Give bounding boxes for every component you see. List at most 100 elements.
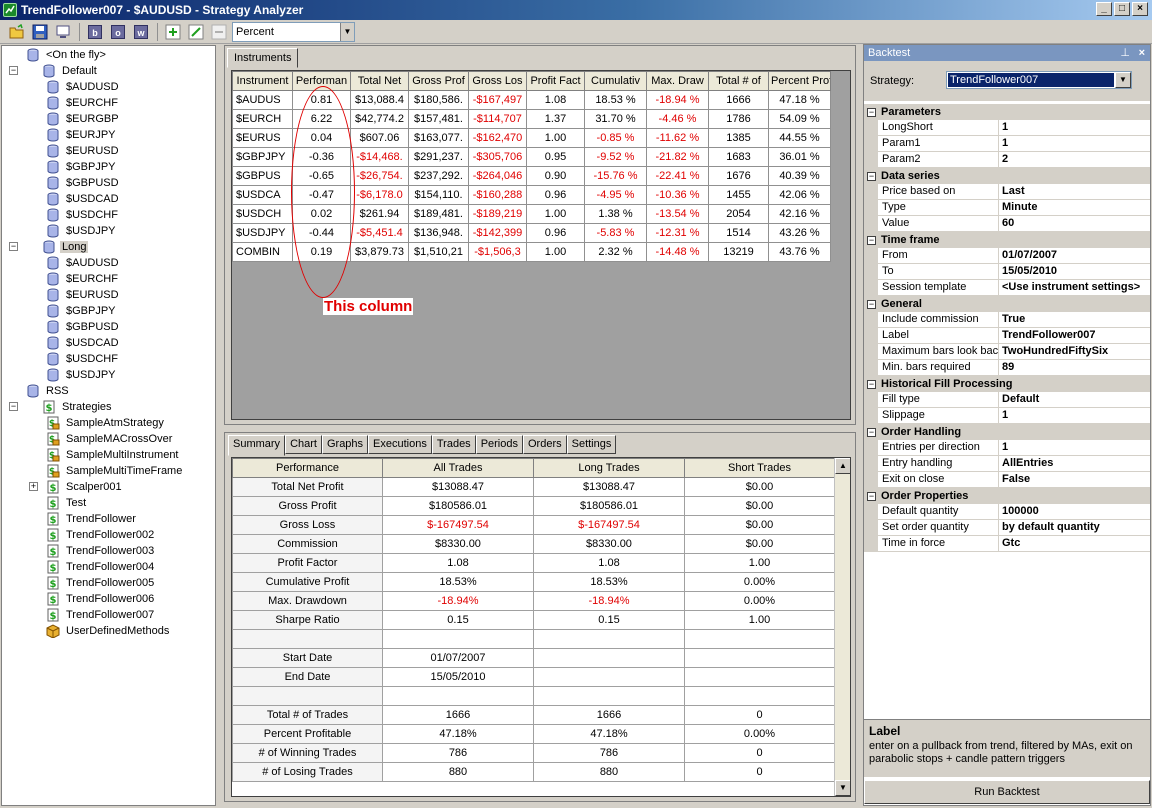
tree-item[interactable]: $ SampleMultiTimeFrame bbox=[46, 463, 184, 479]
scroll-up-icon[interactable]: ▲ bbox=[835, 458, 850, 474]
property-category[interactable]: − General bbox=[864, 296, 1150, 312]
tree-item[interactable]: $EURCHF bbox=[46, 95, 120, 111]
property-value[interactable]: Default bbox=[999, 392, 1150, 407]
tree-item[interactable]: $USDCHF bbox=[46, 351, 120, 367]
property-category[interactable]: − Parameters bbox=[864, 104, 1150, 120]
column-header[interactable]: Gross Prof bbox=[408, 71, 469, 91]
pin-icon[interactable]: ⊥ bbox=[1120, 45, 1130, 61]
collapse-icon[interactable]: − bbox=[867, 491, 876, 501]
tab-settings[interactable]: Settings bbox=[566, 435, 617, 454]
property-value[interactable]: by default quantity bbox=[999, 520, 1150, 535]
property-row[interactable]: Exit on close False bbox=[864, 472, 1150, 488]
collapse-icon[interactable]: − bbox=[867, 171, 876, 181]
property-value[interactable]: 89 bbox=[999, 360, 1150, 375]
collapse-icon[interactable]: − bbox=[9, 242, 18, 251]
edit-button[interactable] bbox=[187, 23, 205, 41]
column-header[interactable]: Cumulativ bbox=[584, 71, 647, 91]
property-row[interactable]: Time in force Gtc bbox=[864, 536, 1150, 552]
vertical-scrollbar[interactable]: ▲ ▼ bbox=[834, 458, 850, 796]
tree-item[interactable]: $ SampleMultiInstrument bbox=[46, 447, 181, 463]
tree-item[interactable]: $ Strategies bbox=[42, 399, 114, 415]
tab-instruments[interactable]: Instruments bbox=[227, 48, 299, 68]
property-row[interactable]: Value 60 bbox=[864, 216, 1150, 232]
column-header[interactable]: All Trades bbox=[382, 458, 534, 478]
tree-item[interactable]: $EURUSD bbox=[46, 287, 121, 303]
print-button[interactable] bbox=[54, 23, 72, 41]
property-value[interactable]: AllEntries bbox=[999, 456, 1150, 471]
property-row[interactable]: Price based on Last bbox=[864, 184, 1150, 200]
property-row[interactable]: Label TrendFollower007 bbox=[864, 328, 1150, 344]
property-category[interactable]: − Time frame bbox=[864, 232, 1150, 248]
display-unit-combo[interactable]: Percent ▼ bbox=[232, 22, 355, 42]
strategy-select[interactable]: TrendFollower007 ▼ bbox=[946, 71, 1132, 89]
tree-item[interactable]: $EURJPY bbox=[46, 127, 118, 143]
tree-item[interactable]: $USDCAD bbox=[46, 191, 121, 207]
property-value[interactable]: 1 bbox=[999, 440, 1150, 455]
tab-chart[interactable]: Chart bbox=[285, 435, 322, 454]
tree-item[interactable]: $EURCHF bbox=[46, 271, 120, 287]
o-toggle-button[interactable]: o bbox=[109, 23, 127, 41]
tree-item[interactable]: $ Test bbox=[46, 495, 88, 511]
column-header[interactable]: Performance bbox=[232, 458, 383, 478]
add-button[interactable] bbox=[164, 23, 182, 41]
property-category[interactable]: − Order Handling bbox=[864, 424, 1150, 440]
collapse-icon[interactable]: − bbox=[867, 379, 876, 389]
property-value[interactable]: Gtc bbox=[999, 536, 1150, 551]
column-header[interactable]: Total # of bbox=[708, 71, 769, 91]
tree-item[interactable]: $USDJPY bbox=[46, 223, 118, 239]
column-header[interactable]: Percent Prof bbox=[768, 71, 831, 91]
column-header[interactable]: Gross Los bbox=[468, 71, 527, 91]
chevron-down-icon[interactable]: ▼ bbox=[1115, 72, 1131, 88]
property-value[interactable]: 60 bbox=[999, 216, 1150, 231]
tree-item[interactable]: $ TrendFollower007 bbox=[46, 607, 156, 623]
property-row[interactable]: Param1 1 bbox=[864, 136, 1150, 152]
column-header[interactable]: Instrument bbox=[232, 71, 293, 91]
property-value[interactable]: 01/07/2007 bbox=[999, 248, 1150, 263]
property-value[interactable]: 1 bbox=[999, 408, 1150, 423]
tree-item[interactable]: $USDJPY bbox=[46, 367, 118, 383]
property-value[interactable]: True bbox=[999, 312, 1150, 327]
tree-item[interactable]: $AUDUSD bbox=[46, 79, 121, 95]
property-category[interactable]: − Data series bbox=[864, 168, 1150, 184]
property-value[interactable]: <Use instrument settings> bbox=[999, 280, 1150, 295]
column-header[interactable]: Long Trades bbox=[533, 458, 685, 478]
property-value[interactable]: 1 bbox=[999, 136, 1150, 151]
tree-item[interactable]: <On the fly> bbox=[26, 47, 108, 63]
property-row[interactable]: From 01/07/2007 bbox=[864, 248, 1150, 264]
tab-orders[interactable]: Orders bbox=[522, 435, 567, 454]
tree-item[interactable]: UserDefinedMethods bbox=[46, 623, 171, 639]
run-backtest-button[interactable]: Run Backtest bbox=[864, 780, 1150, 804]
remove-button[interactable] bbox=[210, 23, 228, 41]
tree-item[interactable]: $USDCHF bbox=[46, 207, 120, 223]
tab-executions[interactable]: Executions bbox=[368, 435, 432, 454]
tree-item[interactable]: $GBPJPY bbox=[46, 159, 118, 175]
property-value[interactable]: 1 bbox=[999, 120, 1150, 135]
collapse-icon[interactable]: − bbox=[867, 235, 876, 245]
property-row[interactable]: LongShort 1 bbox=[864, 120, 1150, 136]
property-row[interactable]: To 15/05/2010 bbox=[864, 264, 1150, 280]
restore-button[interactable]: □ bbox=[1114, 2, 1130, 16]
tree-item[interactable]: Default bbox=[42, 63, 99, 79]
tree-item[interactable]: $EURGBP bbox=[46, 111, 121, 127]
property-category[interactable]: − Historical Fill Processing bbox=[864, 376, 1150, 392]
tree-item[interactable]: Long bbox=[42, 239, 89, 255]
expand-icon[interactable]: + bbox=[29, 482, 38, 491]
bold-toggle-button[interactable]: b bbox=[86, 23, 104, 41]
property-row[interactable]: Include commission True bbox=[864, 312, 1150, 328]
column-header[interactable]: Max. Draw bbox=[646, 71, 709, 91]
property-value[interactable]: 2 bbox=[999, 152, 1150, 167]
property-value[interactable]: TrendFollower007 bbox=[999, 328, 1150, 343]
property-row[interactable]: Entries per direction 1 bbox=[864, 440, 1150, 456]
property-row[interactable]: Param2 2 bbox=[864, 152, 1150, 168]
property-row[interactable]: Set order quantity by default quantity bbox=[864, 520, 1150, 536]
tree-item[interactable]: $AUDUSD bbox=[46, 255, 121, 271]
navigation-tree[interactable]: <On the fly> − Default $AUDUSD $EURCHF $EURGB… bbox=[1, 45, 216, 806]
tab-graphs[interactable]: Graphs bbox=[321, 435, 369, 454]
tree-item[interactable]: RSS bbox=[26, 383, 71, 399]
tree-item[interactable]: $ TrendFollower005 bbox=[46, 575, 156, 591]
tree-item[interactable]: $GBPUSD bbox=[46, 319, 121, 335]
tree-item[interactable]: $EURUSD bbox=[46, 143, 121, 159]
tree-item[interactable]: $ TrendFollower003 bbox=[46, 543, 156, 559]
column-header[interactable]: Short Trades bbox=[684, 458, 835, 478]
tree-item[interactable]: $ SampleMACrossOver bbox=[46, 431, 174, 447]
